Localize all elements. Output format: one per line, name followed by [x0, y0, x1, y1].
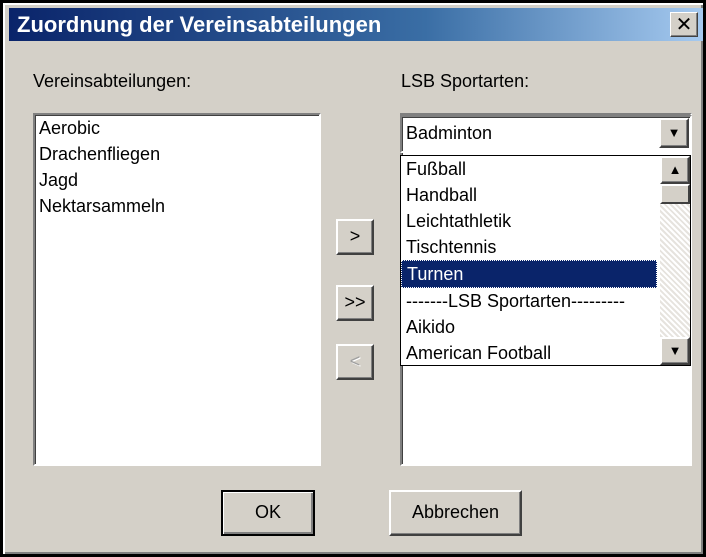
- dropdown-item[interactable]: Leichtathletik: [401, 208, 690, 234]
- list-item[interactable]: Nektarsammeln: [35, 193, 319, 219]
- list-item[interactable]: Jagd: [35, 167, 319, 193]
- list-item[interactable]: Drachenfliegen: [35, 141, 319, 167]
- vereinsabteilungen-list[interactable]: Aerobic Drachenfliegen Jagd Nektarsammel…: [33, 113, 321, 466]
- move-all-right-button[interactable]: >>: [336, 285, 374, 321]
- sportart-dropdown-list[interactable]: Fußball Handball Leichtathletik Tischten…: [400, 155, 691, 366]
- dropdown-item[interactable]: Handball: [401, 182, 690, 208]
- dropdown-item[interactable]: American Football: [401, 340, 690, 365]
- vereinsabteilungen-label: Vereinsabteilungen:: [33, 71, 192, 91]
- cancel-button[interactable]: Abbrechen: [389, 490, 522, 536]
- chevron-down-icon: ▼: [668, 343, 682, 358]
- dropdown-item[interactable]: Fußball: [401, 156, 690, 182]
- move-left-button[interactable]: <: [336, 344, 374, 380]
- dropdown-item[interactable]: Tischtennis: [401, 234, 690, 260]
- close-icon: ✕: [675, 12, 693, 36]
- close-button[interactable]: ✕: [670, 12, 698, 37]
- sportart-combobox[interactable]: Badminton ▼: [400, 115, 692, 153]
- dropdown-scrollbar[interactable]: ▲ ▼: [660, 156, 690, 365]
- window-title: Zuordnung der Vereinsabteilungen: [17, 12, 382, 37]
- move-right-button[interactable]: >: [336, 219, 374, 255]
- lsb-sportarten-label: LSB Sportarten:: [401, 71, 530, 91]
- chevron-up-icon: ▲: [668, 162, 682, 177]
- dropdown-item-selected[interactable]: Turnen: [401, 260, 657, 288]
- scroll-up-button[interactable]: ▲: [660, 156, 690, 184]
- list-item[interactable]: Aerobic: [35, 115, 319, 141]
- dialog-window: Zuordnung der Vereinsabteilungen ✕ Verei…: [0, 0, 706, 557]
- chevron-down-icon: ▼: [667, 125, 681, 140]
- scroll-down-button[interactable]: ▼: [660, 337, 690, 365]
- combobox-dropdown-button[interactable]: ▼: [659, 118, 689, 148]
- scroll-thumb[interactable]: [660, 184, 690, 204]
- combobox-value: Badminton: [406, 123, 493, 143]
- ok-button[interactable]: OK: [221, 490, 315, 536]
- dropdown-separator-item[interactable]: -------LSB Sportarten---------: [401, 288, 690, 314]
- title-bar: Zuordnung der Vereinsabteilungen ✕: [9, 8, 703, 41]
- dropdown-item[interactable]: Aikido: [401, 314, 690, 340]
